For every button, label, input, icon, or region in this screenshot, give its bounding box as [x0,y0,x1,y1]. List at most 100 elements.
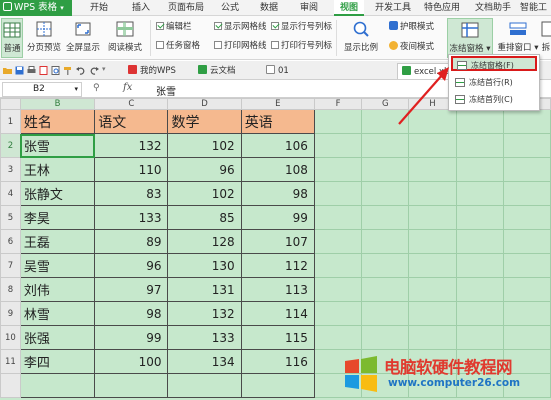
freeze-first-column-option[interactable]: 冻结首列(C) [451,92,537,107]
grid-cell[interactable] [408,229,457,254]
name-cell[interactable]: 王林 [19,157,96,182]
score-cell[interactable]: 108 [240,157,315,182]
print-preview-icon[interactable] [51,66,60,75]
format-painter-icon[interactable] [63,66,72,75]
row-header[interactable]: 3 [0,157,21,182]
print-headers-checkbox[interactable]: 打印行号列标 [271,40,332,52]
score-cell[interactable]: 134 [167,349,242,374]
header-cell[interactable]: 姓名 [19,109,96,134]
column-header[interactable]: G [361,98,410,110]
score-cell[interactable]: 98 [240,181,315,206]
score-cell[interactable]: 132 [167,301,242,326]
column-header[interactable]: C [94,98,169,110]
grid-cell[interactable] [455,253,504,278]
freeze-panes-option[interactable]: 冻结窗格(F) [451,56,537,71]
score-cell[interactable]: 96 [167,157,242,182]
name-cell[interactable]: 吴雪 [19,253,96,278]
grid-cell[interactable] [455,109,504,134]
menu-developer[interactable]: 开发工具 [370,0,416,16]
grid-cell[interactable] [361,325,410,350]
score-cell[interactable]: 133 [167,325,242,350]
row-header[interactable]: 8 [0,277,21,302]
row-header[interactable]: 5 [0,205,21,230]
freeze-first-row-option[interactable]: 冻结首行(R) [451,75,537,90]
row-header[interactable]: 9 [0,301,21,326]
task-pane-checkbox[interactable]: 任务窗格 [156,40,200,52]
save-icon[interactable] [15,66,24,75]
chevron-down-icon[interactable]: ▾ [102,65,106,73]
eye-protection-button[interactable]: 护眼模式 [389,21,434,33]
score-cell[interactable]: 132 [94,133,169,158]
grid-cell[interactable] [361,157,410,182]
grid-cell[interactable] [313,325,363,350]
grid-cell[interactable] [313,253,363,278]
score-cell[interactable]: 83 [94,181,169,206]
name-cell[interactable]: 林雪 [19,301,96,326]
column-header[interactable]: D [167,98,242,110]
undo-icon[interactable] [76,66,85,75]
score-cell[interactable]: 98 [94,301,169,326]
grid-cell[interactable] [361,301,410,326]
grid-cell[interactable] [408,253,457,278]
grid-cell[interactable] [19,373,96,398]
menu-review[interactable]: 审阅 [294,0,324,16]
print-icon[interactable] [27,66,36,75]
print-gridlines-checkbox[interactable]: 打印网格线 [214,40,267,52]
formula-input[interactable]: 张雪 [156,83,176,98]
grid-cell[interactable] [313,277,363,302]
grid-cell[interactable] [167,373,242,398]
score-cell[interactable]: 113 [240,277,315,302]
rearrange-window-button[interactable]: 重排窗口 ▾ [496,18,540,58]
score-cell[interactable]: 102 [167,181,242,206]
grid-cell[interactable] [455,133,504,158]
column-header[interactable]: B [19,98,96,110]
menu-features[interactable]: 特色应用 [419,0,465,16]
grid-cell[interactable] [502,133,551,158]
grid-cell[interactable] [408,157,457,182]
grid-cell[interactable] [455,157,504,182]
name-cell[interactable]: 张强 [19,325,96,350]
grid-cell[interactable] [361,205,410,230]
score-cell[interactable]: 133 [94,205,169,230]
score-cell[interactable]: 131 [167,277,242,302]
grid-cell[interactable] [455,181,504,206]
row-header[interactable]: 11 [0,349,21,374]
row-header[interactable]: 2 [0,133,21,158]
menu-doc-assistant[interactable]: 文档助手 [470,0,516,16]
menu-page-layout[interactable]: 页面布局 [163,0,209,16]
score-cell[interactable]: 96 [94,253,169,278]
select-all-corner[interactable] [0,98,21,110]
grid-cell[interactable] [313,229,363,254]
menu-view[interactable]: 视图 [334,0,364,16]
row-header[interactable]: 7 [0,253,21,278]
reading-mode-button[interactable]: 阅读模式 [104,18,146,58]
grid-cell[interactable] [455,325,504,350]
score-cell[interactable]: 99 [240,205,315,230]
grid-cell[interactable] [408,205,457,230]
app-menu-button[interactable]: WPS 表格 ▾ [0,0,72,16]
grid-cell[interactable] [455,277,504,302]
grid-cell[interactable] [408,109,457,134]
score-cell[interactable]: 89 [94,229,169,254]
score-cell[interactable]: 128 [167,229,242,254]
name-box[interactable]: B2 ▾ [2,82,82,97]
header-cell[interactable]: 数学 [167,109,242,134]
score-cell[interactable]: 112 [240,253,315,278]
name-cell[interactable]: 刘伟 [19,277,96,302]
menu-start[interactable]: 开始 [84,0,114,16]
grid-cell[interactable] [502,205,551,230]
tab-01[interactable]: 01 [262,63,293,79]
menu-formula[interactable]: 公式 [215,0,245,16]
column-header[interactable]: E [240,98,315,110]
row-header[interactable]: 6 [0,229,21,254]
grid-cell[interactable] [313,109,363,134]
grid-cell[interactable] [361,253,410,278]
grid-cell[interactable] [408,325,457,350]
night-mode-button[interactable]: 夜间模式 [389,41,434,53]
score-cell[interactable]: 85 [167,205,242,230]
grid-cell[interactable] [455,205,504,230]
full-screen-button[interactable]: 全屏显示 [66,18,100,58]
grid-cell[interactable] [502,229,551,254]
fx-icon[interactable]: fx [123,82,132,93]
score-cell[interactable]: 114 [240,301,315,326]
